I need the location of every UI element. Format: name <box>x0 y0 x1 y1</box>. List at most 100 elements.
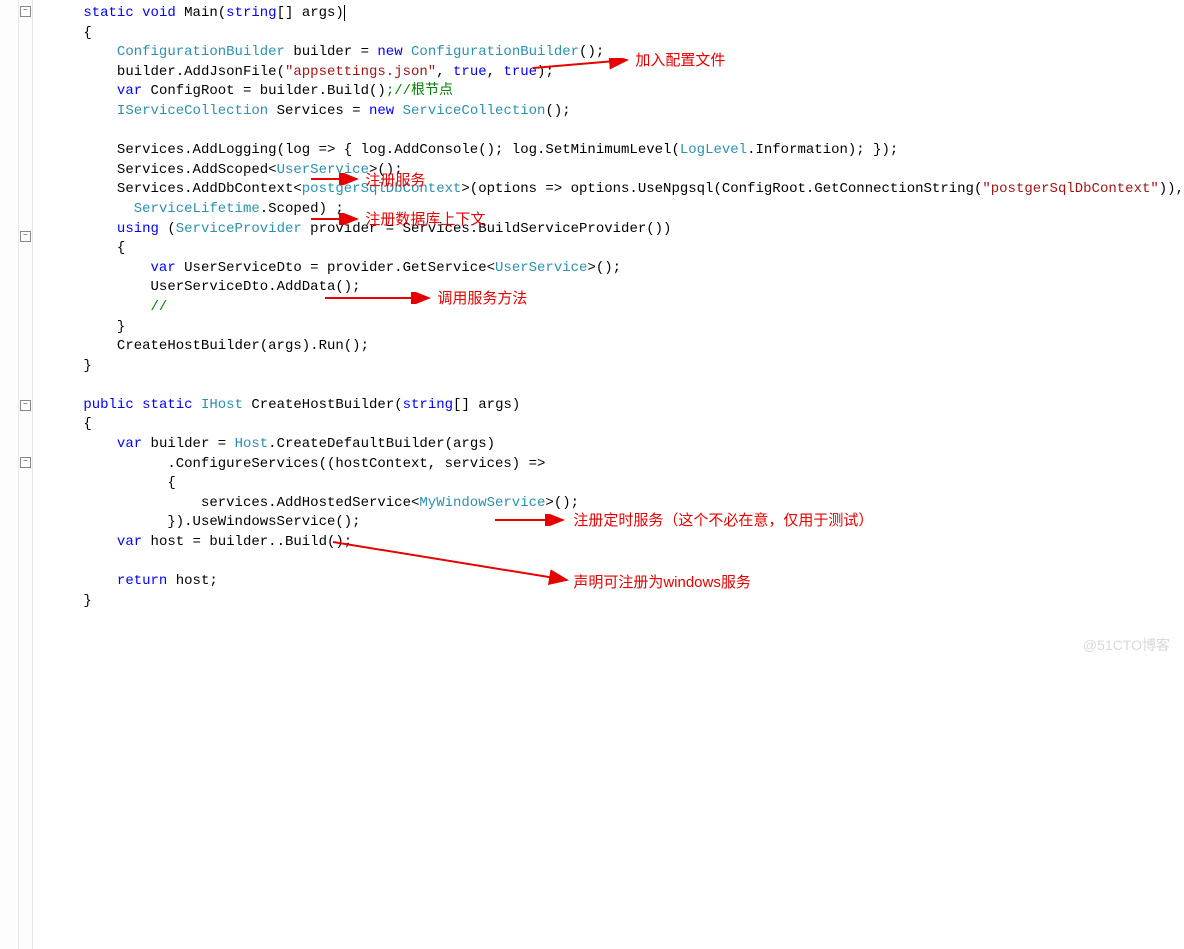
arrow-icon <box>495 514 569 526</box>
method: UseWindowsService <box>193 514 336 530</box>
method: AddJsonFile <box>184 64 276 80</box>
fold-toggle-icon[interactable]: − <box>20 400 31 411</box>
punct: ( <box>671 142 679 158</box>
type: ServiceLifetime <box>134 201 260 217</box>
type: ConfigurationBuilder <box>411 44 579 60</box>
method: BuildServiceProvider <box>478 221 646 237</box>
arrow-icon <box>333 540 573 585</box>
method: SetMinimumLevel <box>545 142 671 158</box>
keyword: static <box>83 5 133 21</box>
keyword: string <box>226 5 276 21</box>
punct: >(); <box>587 260 621 276</box>
type: IServiceCollection <box>117 103 268 119</box>
keyword: var <box>117 83 142 99</box>
punct: ) <box>512 397 520 413</box>
identifier: Main <box>184 5 218 21</box>
punct: ( <box>394 397 402 413</box>
punct: ); <box>537 64 554 80</box>
fold-toggle-icon[interactable]: − <box>20 457 31 468</box>
keyword: var <box>117 436 142 452</box>
string: "appsettings.json" <box>285 64 436 80</box>
punct: (args) <box>445 436 495 452</box>
punct: ((hostContext, services) => <box>319 456 546 472</box>
string: "postgerSqlDbContext" <box>982 181 1158 197</box>
identifier: builder <box>293 44 352 60</box>
method: UseNpgsql <box>638 181 714 197</box>
punct: (); <box>335 279 360 295</box>
annotation-register-dbcontext: 注册数据库上下文 <box>365 209 485 230</box>
method: AddData <box>277 279 336 295</box>
identifier: Services <box>277 103 344 119</box>
annotation-add-config: 加入配置文件 <box>635 50 725 71</box>
identifier: builder. <box>117 64 184 80</box>
type: IHost <box>201 397 243 413</box>
identifier: .Scoped) ; <box>260 201 344 217</box>
identifier: args <box>478 397 512 413</box>
identifier: CreateHostBuilder <box>251 397 394 413</box>
text-cursor <box>344 5 345 21</box>
punct: }). <box>167 514 192 530</box>
keyword: string <box>403 397 453 413</box>
code-area[interactable]: static void Main(string[] args) { Config… <box>33 0 1184 949</box>
identifier: host; <box>167 573 217 589</box>
method: AddLogging <box>193 142 277 158</box>
keyword: using <box>117 221 159 237</box>
keyword: return <box>117 573 167 589</box>
fold-toggle-icon[interactable]: − <box>20 6 31 17</box>
keyword: new <box>369 103 394 119</box>
identifier: host = builder. <box>142 534 276 550</box>
punct: , <box>436 64 453 80</box>
punct: >(options => options. <box>461 181 637 197</box>
keyword: true <box>453 64 487 80</box>
type: UserService <box>495 260 587 276</box>
punct: (); <box>344 338 369 354</box>
method: AddHostedService< <box>277 495 420 511</box>
op: = <box>235 83 260 99</box>
comment: // <box>151 299 168 315</box>
annotation-register-service: 注册服务 <box>365 170 425 191</box>
identifier: builder <box>260 83 319 99</box>
keyword: var <box>117 534 142 550</box>
method: AddConsole <box>394 142 478 158</box>
punct: (log => { log. <box>277 142 395 158</box>
keyword: new <box>377 44 402 60</box>
punct: (); log. <box>478 142 545 158</box>
punct: ); }); <box>848 142 898 158</box>
identifier: ConfigRoot <box>151 83 235 99</box>
identifier: .Information <box>747 142 848 158</box>
type: ConfigurationBuilder <box>117 44 285 60</box>
punct: >(); <box>545 495 579 511</box>
type: UserService <box>277 162 369 178</box>
identifier: args <box>302 5 336 21</box>
punct: ( <box>159 221 176 237</box>
punct: , <box>487 64 504 80</box>
annotation-use-windows-service: 声明可注册为windows服务 <box>573 572 751 593</box>
type: LogLevel <box>680 142 747 158</box>
method: GetConnectionString <box>814 181 974 197</box>
op: = <box>352 44 377 60</box>
punct: ()) <box>646 221 671 237</box>
comment: ;//根节点 <box>386 83 453 99</box>
type: Host <box>235 436 269 452</box>
op: = <box>344 103 369 119</box>
punct: )), <box>1159 181 1184 197</box>
annotation-register-hosted-service: 注册定时服务（这个不必在意，仅用于测试） <box>573 510 873 531</box>
method: AddScoped< <box>193 162 277 178</box>
indent <box>83 201 133 217</box>
identifier: builder = <box>142 436 234 452</box>
punct: (); <box>545 103 570 119</box>
method: Run <box>319 338 344 354</box>
method: .Build() <box>277 534 344 550</box>
method: GetService< <box>403 260 495 276</box>
type: MyWindowService <box>419 495 545 511</box>
keyword: static <box>142 397 192 413</box>
identifier: UserServiceDto. <box>151 279 277 295</box>
punct: (); <box>579 44 604 60</box>
type: ServiceCollection <box>403 103 546 119</box>
fold-toggle-icon[interactable]: − <box>20 231 31 242</box>
code-editor: − − − − static void Main(string[] args) … <box>0 0 1184 949</box>
identifier: Services. <box>117 142 193 158</box>
identifier: UserServiceDto = provider. <box>176 260 403 276</box>
identifier: Services. <box>117 181 193 197</box>
keyword: void <box>142 5 176 21</box>
